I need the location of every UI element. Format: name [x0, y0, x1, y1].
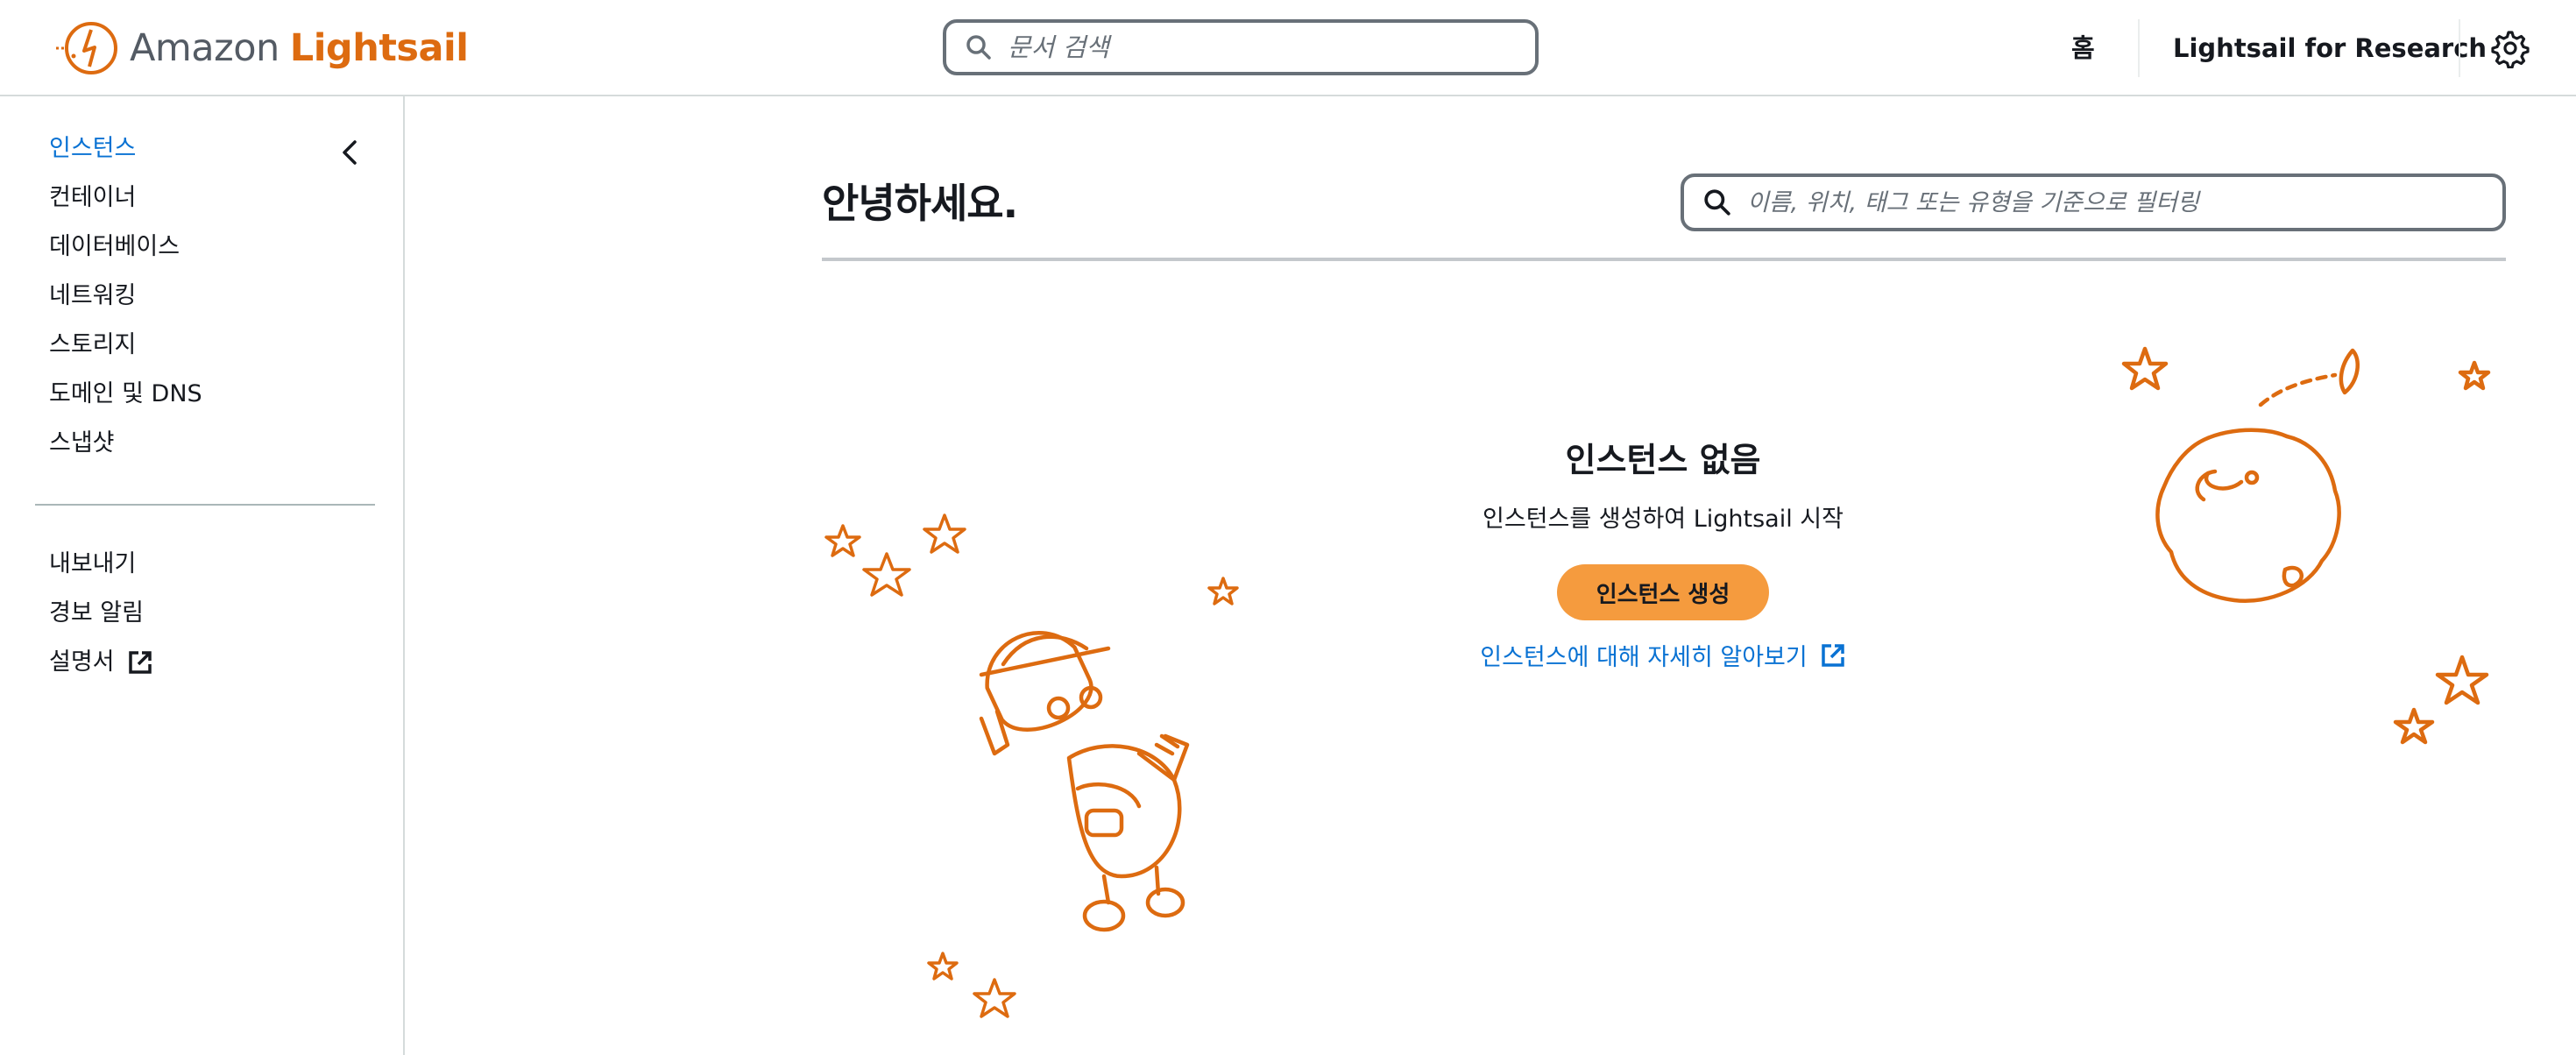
doc-search-input[interactable] — [1008, 32, 1498, 62]
instance-filter-input[interactable] — [1747, 188, 2466, 216]
learn-more-link[interactable]: 인스턴스에 대해 자세히 알아보기 — [1400, 638, 1926, 672]
search-icon — [1704, 189, 1730, 216]
sidebar-item-domains-dns[interactable]: 도메인 및 DNS — [49, 377, 202, 412]
doc-search-box[interactable] — [943, 19, 1539, 75]
sidebar-item-storage[interactable]: 스토리지 — [49, 328, 136, 363]
top-header: Amazon Lightsail 홈 Lightsail for Researc… — [0, 0, 2576, 96]
stars-illustration-left — [824, 513, 1239, 605]
robot-illustration — [979, 631, 1190, 932]
search-icon — [966, 35, 991, 60]
page-title: 안녕하세요. — [822, 180, 1018, 227]
nav-home-link[interactable]: 홈 — [2071, 26, 2095, 70]
sidebar-item-instances[interactable]: 인스턴스 — [49, 131, 136, 166]
sidebar-item-databases[interactable]: 데이터베이스 — [49, 230, 180, 265]
title-divider — [822, 258, 2506, 261]
sidebar-item-documentation[interactable]: 설명서 — [49, 645, 153, 680]
instance-filter-box[interactable] — [1681, 173, 2506, 231]
sidebar-item-label: 설명서 — [49, 648, 115, 676]
external-link-icon — [128, 651, 152, 674]
logo-lightsail-text: Lightsail — [289, 26, 469, 70]
create-instance-button[interactable]: 인스턴스 생성 — [1557, 564, 1769, 620]
chevron-left-icon[interactable] — [335, 137, 366, 168]
lightsail-logo-icon — [56, 22, 117, 74]
planet-illustration — [2121, 346, 2491, 745]
sidebar-item-snapshots[interactable]: 스냅샷 — [49, 426, 115, 461]
learn-more-label: 인스턴스에 대해 자세히 알아보기 — [1480, 644, 1808, 671]
empty-state-description: 인스턴스를 생성하여 Lightsail 시작 — [1483, 506, 1844, 533]
nav-research-link[interactable]: Lightsail for Research — [2173, 26, 2487, 70]
sidebar-item-exports[interactable]: 내보내기 — [49, 547, 136, 582]
logo-amazon-text: Amazon — [130, 26, 280, 70]
sidebar-divider — [35, 504, 375, 506]
empty-state-title: 인스턴스 없음 — [1565, 441, 1761, 479]
header-divider — [2459, 19, 2460, 77]
sidebar-item-containers[interactable]: 컨테이너 — [49, 181, 136, 216]
external-link-icon — [1822, 643, 1844, 667]
sidebar-item-alarms[interactable]: 경보 알림 — [49, 596, 144, 631]
lightsail-logo[interactable]: Amazon Lightsail — [54, 18, 469, 79]
stars-illustration-bottom — [927, 952, 1016, 1018]
sidebar: 인스턴스 컨테이너 데이터베이스 네트워킹 스토리지 도메인 및 DNS 스냅샷… — [0, 96, 405, 1055]
header-divider — [2138, 19, 2140, 77]
sidebar-item-networking[interactable]: 네트워킹 — [49, 279, 136, 314]
gear-icon[interactable] — [2490, 28, 2530, 68]
